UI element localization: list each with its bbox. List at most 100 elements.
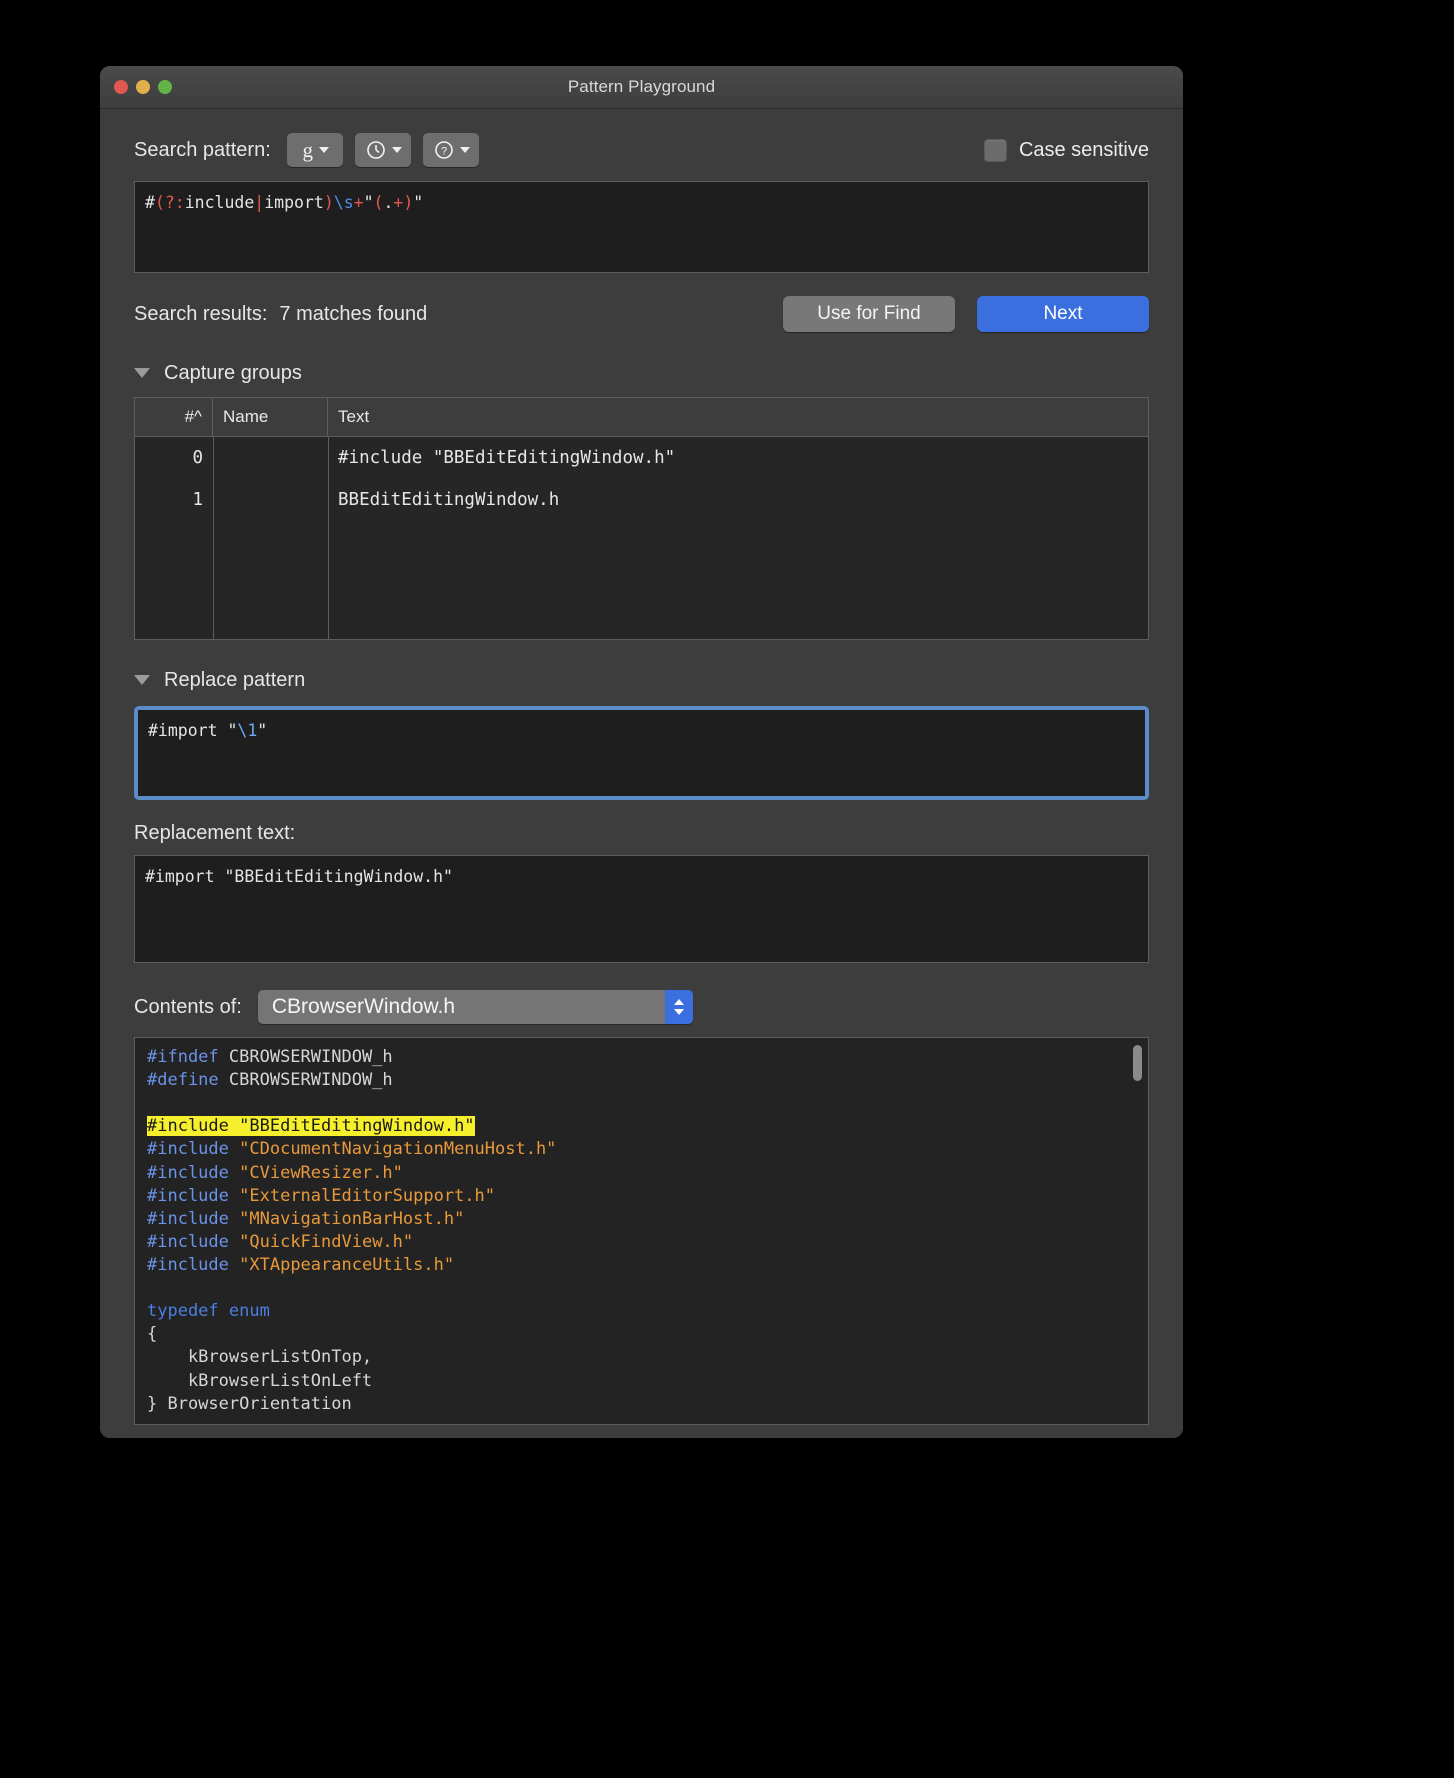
case-sensitive-checkbox[interactable] bbox=[983, 138, 1007, 162]
code-line: } BrowserOrientation bbox=[147, 1393, 1136, 1416]
pattern-token: + bbox=[393, 193, 404, 212]
minimize-button[interactable] bbox=[136, 80, 150, 94]
code-token: #include bbox=[147, 1254, 229, 1275]
window-title: Pattern Playground bbox=[567, 77, 716, 96]
code-token: #include bbox=[147, 1231, 229, 1252]
close-button[interactable] bbox=[114, 80, 128, 94]
cell-text: BBEditEditingWindow.h bbox=[338, 490, 560, 510]
code-line: { bbox=[147, 1323, 1136, 1346]
pattern-token: ( bbox=[373, 193, 384, 212]
code-token: { bbox=[147, 1324, 158, 1345]
code-line: typedef enum bbox=[147, 1300, 1136, 1323]
pattern-token: ) bbox=[323, 193, 334, 212]
search-pattern-input[interactable]: #(?:include|import)\s+"(.+)" bbox=[134, 181, 1149, 273]
chevron-down-icon bbox=[459, 147, 470, 153]
contents-of-row: Contents of: CBrowserWindow.h bbox=[134, 989, 1149, 1025]
search-pattern-label: Search pattern: bbox=[134, 138, 271, 161]
pattern-token: import bbox=[264, 193, 324, 212]
pattern-token: #import bbox=[148, 721, 228, 740]
file-contents-viewer[interactable]: #ifndef CBROWSERWINDOW_h #define CBROWSER… bbox=[134, 1037, 1149, 1425]
code-token: "CViewResizer.h" bbox=[239, 1162, 403, 1183]
chevron-down-icon bbox=[673, 1009, 684, 1015]
code-line: #include "CViewResizer.h" bbox=[147, 1162, 1136, 1185]
pattern-token: | bbox=[254, 193, 265, 212]
column-header-text[interactable]: Text bbox=[328, 398, 1148, 436]
code-token: "MNavigationBarHost.h" bbox=[239, 1208, 465, 1229]
table-body: 0 #include "BBEditEditingWindow.h" 1 BBE… bbox=[135, 437, 1148, 639]
chevron-down-icon bbox=[319, 147, 329, 153]
table-row[interactable]: 1 BBEditEditingWindow.h bbox=[135, 479, 1148, 521]
pattern-token: (?: bbox=[154, 193, 185, 212]
replace-pattern-label: Replace pattern bbox=[164, 668, 306, 691]
code-token: #include bbox=[147, 1139, 229, 1160]
contents-of-label: Contents of: bbox=[134, 995, 242, 1018]
code-token: "XTAppearanceUtils.h" bbox=[239, 1254, 455, 1275]
column-header-name[interactable]: Name bbox=[213, 398, 328, 436]
pattern-help-button[interactable]: ? bbox=[422, 133, 479, 167]
clock-icon bbox=[366, 140, 386, 160]
code-line: #include "ExternalEditorSupport.h" bbox=[147, 1185, 1136, 1208]
next-button[interactable]: Next bbox=[977, 296, 1149, 332]
grep-options-button[interactable]: g bbox=[286, 133, 343, 167]
search-pattern-row: Search pattern: g ? Case sensitive bbox=[134, 131, 1149, 169]
search-results-count: 7 matches found bbox=[279, 302, 428, 325]
pattern-option-buttons: g ? bbox=[286, 133, 479, 167]
search-results-label: Search results: bbox=[134, 302, 268, 325]
pattern-token: # bbox=[145, 193, 155, 212]
code-line: #include "CDocumentNavigationMenuHost.h" bbox=[147, 1138, 1136, 1161]
replace-pattern-disclosure[interactable]: Replace pattern bbox=[134, 666, 1149, 694]
svg-text:?: ? bbox=[441, 146, 447, 158]
zoom-button[interactable] bbox=[158, 80, 172, 94]
code-line: #define CBROWSERWINDOW_h bbox=[147, 1069, 1136, 1092]
column-header-number[interactable]: #^ bbox=[135, 398, 213, 436]
pattern-token: ) bbox=[403, 193, 414, 212]
file-contents-text: #ifndef CBROWSERWINDOW_h #define CBROWSER… bbox=[135, 1038, 1148, 1424]
code-token: #include bbox=[147, 1116, 229, 1137]
code-line: kBrowserListOnTop, bbox=[147, 1346, 1136, 1369]
code-line: #ifndef CBROWSERWINDOW_h bbox=[147, 1046, 1136, 1069]
updown-chevron-icon[interactable] bbox=[664, 990, 693, 1024]
use-for-find-button[interactable]: Use for Find bbox=[783, 296, 955, 332]
recent-patterns-button[interactable] bbox=[354, 133, 411, 167]
cell-name bbox=[213, 479, 328, 521]
search-results-row: Search results: 7 matches found Use for … bbox=[134, 295, 1149, 333]
code-token: CBROWSERWINDOW_h bbox=[218, 1047, 393, 1067]
chevron-up-icon bbox=[673, 999, 684, 1005]
pattern-token: " bbox=[413, 193, 424, 212]
capture-groups-label: Capture groups bbox=[164, 361, 302, 384]
code-line: kBrowserListOnLeft bbox=[147, 1370, 1136, 1393]
table-row[interactable]: 0 #include "BBEditEditingWindow.h" bbox=[135, 437, 1148, 479]
code-token: typedef bbox=[147, 1301, 219, 1322]
replace-pattern-focus-ring: #import "\1" bbox=[134, 706, 1149, 800]
code-token: #include bbox=[147, 1185, 229, 1206]
code-token: kBrowserListOnTop, bbox=[147, 1347, 373, 1368]
pattern-token: \s bbox=[333, 193, 354, 212]
replacement-text-label: Replacement text: bbox=[134, 822, 296, 844]
capture-groups-table: #^ Name Text 0 #include "BBEditEditingWi… bbox=[134, 397, 1149, 640]
contents-file-select[interactable]: CBrowserWindow.h bbox=[257, 990, 693, 1024]
window-content: Search pattern: g ? Case sensitive #(?:i… bbox=[100, 109, 1183, 1438]
code-line-highlighted-match: #include "BBEditEditingWindow.h" bbox=[147, 1115, 1136, 1138]
scrollbar-thumb[interactable] bbox=[1133, 1045, 1142, 1081]
replace-pattern-input[interactable]: #import "\1" bbox=[138, 710, 1145, 796]
cell-number: 1 bbox=[192, 490, 203, 510]
pattern-token: " bbox=[257, 721, 268, 740]
code-token: enum bbox=[228, 1301, 270, 1322]
window-titlebar[interactable]: Pattern Playground bbox=[100, 66, 1183, 109]
code-line: #include "QuickFindView.h" bbox=[147, 1231, 1136, 1254]
case-sensitive-control[interactable]: Case sensitive bbox=[983, 138, 1149, 162]
code-token: "CDocumentNavigationMenuHost.h" bbox=[239, 1139, 557, 1160]
vertical-scrollbar[interactable] bbox=[1131, 1041, 1144, 1421]
pattern-token: + bbox=[353, 193, 364, 212]
disclosure-triangle-icon[interactable] bbox=[134, 675, 150, 685]
disclosure-triangle-icon[interactable] bbox=[134, 368, 150, 378]
capture-groups-disclosure[interactable]: Capture groups bbox=[134, 359, 1149, 387]
pattern-token: " bbox=[363, 193, 374, 212]
